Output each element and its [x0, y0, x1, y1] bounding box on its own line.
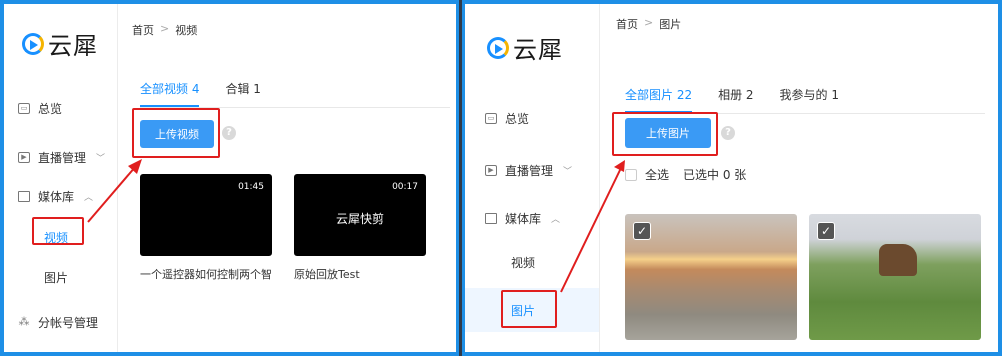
- logo-text: 云犀: [513, 36, 563, 64]
- breadcrumb-current: 图片: [659, 18, 682, 31]
- sidebar-item-media[interactable]: 媒体库 ︿: [485, 210, 560, 227]
- breadcrumb-home[interactable]: 首页: [616, 16, 638, 32]
- sidebar-item-label: 媒体库: [505, 212, 542, 226]
- logo-text: 云犀: [48, 32, 98, 60]
- sidebar-item-live[interactable]: ▶ 直播管理 ﹀: [18, 149, 105, 166]
- selected-count: 已选中 0 张: [683, 168, 747, 182]
- play-icon: ▶: [18, 152, 30, 163]
- sidebar: 云犀 ▭ 总览 ▶ 直播管理 ﹀ 媒体库 ︿ 视频 图片 ⁂ 分帐号管理: [4, 4, 118, 352]
- highlight-box: [501, 290, 557, 328]
- video-card[interactable]: 00:17 云犀快剪 原始回放Test: [294, 174, 426, 282]
- select-all-label[interactable]: 全选: [645, 166, 669, 183]
- sidebar-sub-image[interactable]: 图片: [44, 269, 68, 286]
- video-thumbnail[interactable]: 01:45: [140, 174, 272, 256]
- breadcrumb: 首页 > 图片: [616, 16, 681, 32]
- chevron-up-icon: ︿: [84, 193, 94, 203]
- select-all-row: 全选 已选中 0 张: [625, 166, 746, 183]
- logo: 云犀: [487, 30, 563, 65]
- breadcrumb-home[interactable]: 首页: [132, 22, 154, 38]
- logo-icon: [22, 32, 44, 55]
- images-screen: 云犀 ▭ 总览 ▶ 直播管理 ﹀ 媒体库 ︿ 视频 图片 首页 > 图片 全部图…: [462, 0, 1002, 356]
- help-icon[interactable]: ?: [222, 126, 236, 140]
- breadcrumb-separator: >: [160, 22, 170, 35]
- logo-icon: [487, 36, 509, 59]
- tab-all-images[interactable]: 全部图片 22: [625, 86, 693, 113]
- sidebar-item-label: 直播管理: [38, 151, 87, 165]
- chevron-down-icon: ﹀: [96, 154, 106, 164]
- video-title: 原始回放Test: [294, 268, 360, 281]
- checkmark-icon[interactable]: ✓: [817, 222, 835, 240]
- select-all-checkbox[interactable]: [625, 168, 637, 181]
- video-duration: 01:45: [238, 182, 264, 192]
- tabs: 全部图片 22 相册 2 我参与的 1: [625, 86, 985, 114]
- highlight-box: [132, 108, 220, 158]
- chevron-up-icon: ︿: [551, 215, 561, 225]
- video-card[interactable]: 01:45 一个遥控器如何控制两个智...: [140, 174, 272, 282]
- sidebar-item-label: 总览: [505, 112, 530, 126]
- sidebar-item-label: 媒体库: [38, 190, 75, 204]
- logo: 云犀: [22, 26, 98, 61]
- sidebar: 云犀 ▭ 总览 ▶ 直播管理 ﹀ 媒体库 ︿ 视频 图片: [465, 4, 600, 352]
- highlight-box: [612, 112, 718, 156]
- sidebar-item-overview[interactable]: ▭ 总览: [485, 110, 529, 127]
- tab-all-videos[interactable]: 全部视频 4: [140, 80, 200, 107]
- tab-collections[interactable]: 合辑 1: [225, 80, 260, 107]
- breadcrumb: 首页 > 视频: [132, 22, 197, 38]
- chevron-down-icon: ﹀: [563, 167, 573, 177]
- video-overlay-text: 云犀快剪: [335, 212, 384, 226]
- photo-sunset[interactable]: ✓: [625, 214, 797, 340]
- video-title: 一个遥控器如何控制两个智...: [140, 268, 272, 281]
- video-thumbnail[interactable]: 00:17 云犀快剪: [294, 174, 426, 256]
- videos-screen: 云犀 ▭ 总览 ▶ 直播管理 ﹀ 媒体库 ︿ 视频 图片 ⁂ 分帐号管理 首页 …: [0, 0, 459, 356]
- sidebar-item-live[interactable]: ▶ 直播管理 ﹀: [485, 162, 572, 179]
- sidebar-item-accounts[interactable]: ⁂ 分帐号管理: [18, 314, 99, 331]
- sidebar-item-media[interactable]: 媒体库 ︿: [18, 188, 93, 205]
- overview-icon: ▭: [485, 113, 497, 124]
- sidebar-sub-video[interactable]: 视频: [511, 254, 535, 271]
- video-duration: 00:17: [392, 182, 418, 192]
- tab-participated[interactable]: 我参与的 1: [780, 86, 839, 113]
- folder-icon: [485, 213, 497, 224]
- sidebar-item-label: 直播管理: [505, 164, 554, 178]
- cow-shape: [879, 244, 917, 276]
- breadcrumb-separator: >: [644, 16, 654, 29]
- tabs: 全部视频 4 合辑 1: [140, 80, 450, 108]
- sidebar-item-overview[interactable]: ▭ 总览: [18, 100, 62, 117]
- overview-icon: ▭: [18, 103, 30, 114]
- help-icon[interactable]: ?: [721, 126, 735, 140]
- play-icon: ▶: [485, 165, 497, 176]
- folder-icon: [18, 191, 30, 202]
- breadcrumb-current: 视频: [175, 24, 198, 37]
- sidebar-item-label: 总览: [38, 102, 63, 116]
- highlight-box: [32, 217, 84, 245]
- photo-cattle[interactable]: ✓: [809, 214, 981, 340]
- org-chart-icon: ⁂: [18, 315, 30, 328]
- tab-albums[interactable]: 相册 2: [718, 86, 753, 113]
- sidebar-item-label: 分帐号管理: [38, 316, 99, 330]
- checkmark-icon[interactable]: ✓: [633, 222, 651, 240]
